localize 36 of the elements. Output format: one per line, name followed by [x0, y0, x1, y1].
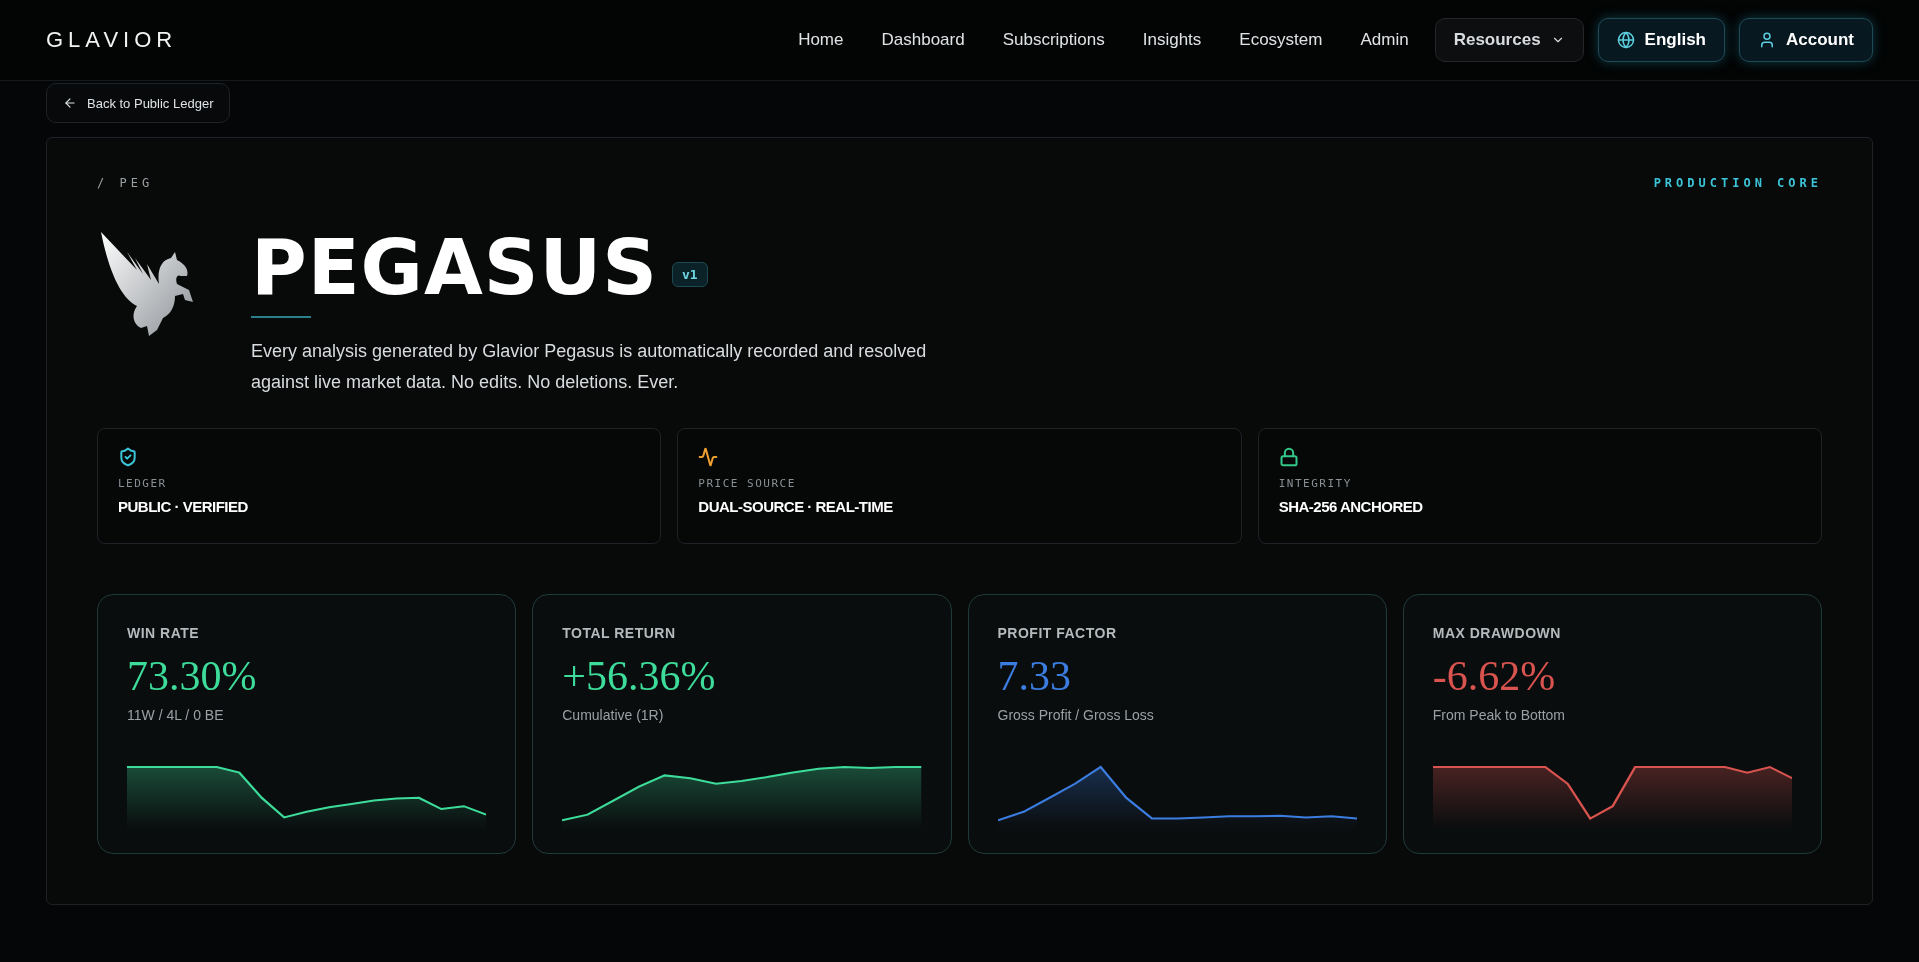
user-icon — [1758, 31, 1776, 49]
metric-caption: Gross Profit / Gross Loss — [997, 707, 1155, 723]
metric-label: MAX DRAWDOWN — [1432, 625, 1562, 641]
metric-value: +56.36% — [562, 655, 717, 697]
account-button[interactable]: Account — [1739, 18, 1873, 62]
version-badge: v1 — [672, 261, 708, 287]
breadcrumb: / PEG — [97, 176, 154, 190]
back-button[interactable]: Back to Public Ledger — [46, 83, 231, 123]
metric-label: PROFIT FACTOR — [997, 625, 1118, 641]
info-value: PUBLIC · VERIFIED — [118, 498, 249, 515]
brand-logo[interactable]: GLAVIOR — [46, 27, 787, 53]
metric-caption: From Peak to Bottom — [1432, 707, 1567, 723]
nav-link[interactable]: Home — [786, 22, 856, 58]
resources-dropdown[interactable]: Resources — [1434, 18, 1584, 62]
description: Every analysis generated by Glavior Pegasus is automatically recorded and resolved against live market data. No edits. No deletions. Ever. — [251, 340, 928, 394]
language-button[interactable]: English — [1597, 18, 1725, 62]
nav-link[interactable]: Admin — [1348, 22, 1421, 58]
info-value: SHA-256 ANCHORED — [1278, 498, 1424, 515]
globe-icon — [1616, 31, 1635, 49]
metric-label: TOTAL RETURN — [562, 625, 677, 641]
info-value: DUAL-SOURCE · REAL-TIME — [698, 498, 894, 515]
metric-value: -6.62% — [1432, 655, 1557, 697]
nav-link[interactable]: Dashboard — [869, 22, 977, 58]
info-label: LEDGER — [118, 477, 168, 490]
nav-link[interactable]: Subscriptions — [990, 22, 1117, 58]
metric-caption: 11W / 4L / 0 BE — [127, 707, 225, 723]
nav-link[interactable]: Ecosystem — [1227, 22, 1335, 58]
metric-value: 73.30% — [127, 655, 258, 697]
metric-value: 7.33 — [997, 655, 1072, 697]
info-label: INTEGRITY — [1278, 477, 1353, 490]
metric-label: WIN RATE — [127, 625, 201, 641]
strategy-title: PEGASUS — [251, 230, 658, 306]
tier-label: PRODUCTION CORE — [1653, 176, 1822, 190]
info-label: PRICE SOURCE — [698, 477, 797, 490]
nav-link[interactable]: Insights — [1130, 22, 1214, 58]
metric-caption: Cumulative (1R) — [562, 707, 665, 723]
